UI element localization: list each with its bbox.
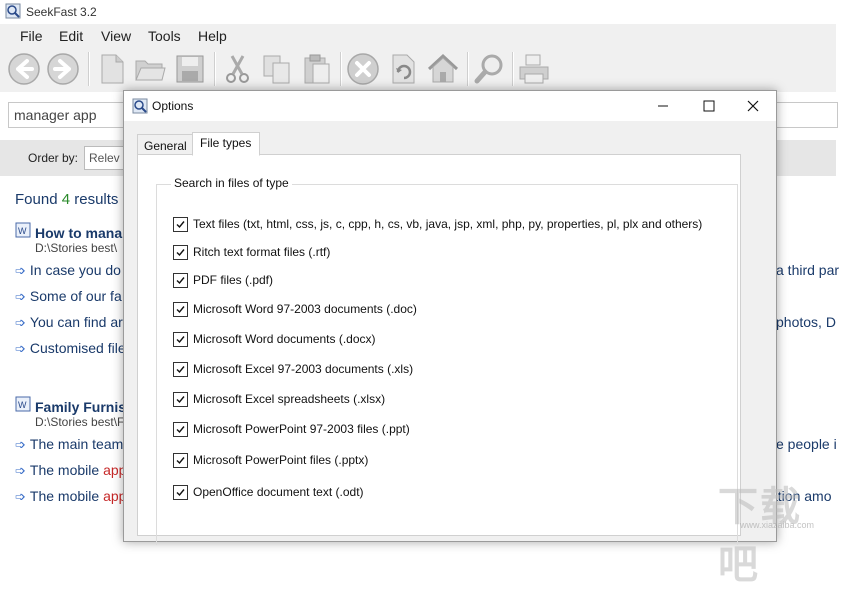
- close-icon[interactable]: [730, 91, 776, 121]
- home-icon[interactable]: [426, 52, 460, 86]
- svg-text:W: W: [18, 400, 27, 410]
- checkbox[interactable]: [173, 245, 188, 260]
- results-summary: Found 4 results i: [15, 191, 126, 208]
- options-dialog: Options General File types Search in fil…: [123, 90, 777, 545]
- menu-edit[interactable]: Edit: [59, 28, 83, 44]
- toolbar-separator: [512, 52, 514, 86]
- copy-icon[interactable]: [260, 52, 294, 86]
- toolbar-separator: [88, 52, 90, 86]
- toolbar-separator: [340, 52, 342, 86]
- forward-arrow-icon[interactable]: [46, 52, 80, 86]
- checkbox[interactable]: [173, 362, 188, 377]
- back-arrow-icon[interactable]: [7, 52, 41, 86]
- svg-text:W: W: [18, 226, 27, 236]
- checkbox[interactable]: [173, 273, 188, 288]
- result-snippet-tail: a third par: [776, 262, 840, 278]
- toolbar-separator: [467, 52, 469, 86]
- found-prefix: Found: [15, 191, 58, 208]
- result-snippet[interactable]: ➩ The main team: [15, 436, 123, 453]
- new-document-icon[interactable]: [95, 52, 129, 86]
- result-snippet[interactable]: ➩ The mobile app: [15, 488, 126, 505]
- menu-help[interactable]: Help: [198, 28, 227, 44]
- checkbox[interactable]: [173, 422, 188, 437]
- menu-file[interactable]: File: [20, 28, 43, 44]
- menu-view[interactable]: View: [101, 28, 131, 44]
- result-snippet[interactable]: ➩ Customised file: [15, 340, 126, 357]
- checkbox[interactable]: [173, 453, 188, 468]
- seekfast-window: SeekFast 3.2 File Edit View Tools Help m…: [0, 0, 851, 587]
- printer-icon[interactable]: [517, 52, 551, 86]
- magnifier-app-icon: [132, 98, 148, 114]
- order-by-value: Relev: [89, 151, 120, 165]
- magnifier-app-icon: [5, 3, 21, 19]
- arrow-right-icon: ➩: [15, 437, 26, 452]
- checkbox[interactable]: [173, 302, 188, 317]
- search-input-value: manager app: [14, 107, 97, 123]
- open-folder-icon[interactable]: [133, 52, 167, 86]
- order-by-label: Order by:: [28, 151, 79, 165]
- search-magnifier-icon[interactable]: [473, 52, 507, 86]
- stop-icon[interactable]: [346, 52, 380, 86]
- dialog-title-bar: Options: [124, 91, 776, 121]
- group-label: Search in files of type: [171, 176, 292, 190]
- results-count: 4: [61, 191, 71, 208]
- refresh-icon[interactable]: [386, 52, 420, 86]
- checkbox[interactable]: [173, 485, 188, 500]
- result-snippet[interactable]: ➩ The mobile app: [15, 462, 126, 479]
- word-document-icon: W: [15, 396, 31, 412]
- result-snippet[interactable]: ➩ You can find ar: [15, 314, 123, 331]
- result-path: D:\Stories best\: [35, 241, 118, 255]
- file-types-panel: Search in files of type Text files (txt,…: [137, 154, 741, 545]
- result-snippet-tail: e people i: [776, 436, 837, 452]
- result-snippet[interactable]: ➩ Some of our fa: [15, 288, 122, 305]
- save-disk-icon[interactable]: [173, 52, 207, 86]
- checkbox[interactable]: [173, 217, 188, 232]
- checkbox[interactable]: [173, 332, 188, 347]
- word-document-icon: W: [15, 222, 31, 238]
- menu-bar: File Edit View Tools Help: [0, 24, 836, 46]
- result-title[interactable]: Family Furnis: [35, 399, 126, 415]
- result-title[interactable]: How to mana: [35, 225, 122, 241]
- result-path: D:\Stories best\F: [35, 415, 125, 429]
- arrow-right-icon: ➩: [15, 341, 26, 356]
- arrow-right-icon: ➩: [15, 289, 26, 304]
- tab-file-types[interactable]: File types: [192, 132, 260, 156]
- maximize-icon[interactable]: [686, 91, 732, 121]
- title-bar: SeekFast 3.2: [0, 0, 851, 24]
- dialog-title: Options: [152, 99, 194, 113]
- watermark-url: www.xiazaiba.com: [740, 520, 815, 530]
- arrow-right-icon: ➩: [15, 263, 26, 278]
- tab-general[interactable]: General: [137, 134, 193, 155]
- toolbar-separator: [214, 52, 216, 86]
- toolbar: [0, 46, 836, 92]
- paste-clipboard-icon[interactable]: [300, 52, 334, 86]
- minimize-icon[interactable]: [640, 91, 686, 121]
- result-snippet-tail: photos, D: [776, 314, 836, 330]
- arrow-right-icon: ➩: [15, 463, 26, 478]
- cut-scissors-icon[interactable]: [221, 52, 255, 86]
- result-snippet[interactable]: ➩ In case you do: [15, 262, 121, 279]
- menu-tools[interactable]: Tools: [148, 28, 181, 44]
- arrow-right-icon: ➩: [15, 315, 26, 330]
- app-title: SeekFast 3.2: [26, 5, 97, 19]
- found-suffix: results i: [74, 191, 126, 208]
- arrow-right-icon: ➩: [15, 489, 26, 504]
- checkbox[interactable]: [173, 392, 188, 407]
